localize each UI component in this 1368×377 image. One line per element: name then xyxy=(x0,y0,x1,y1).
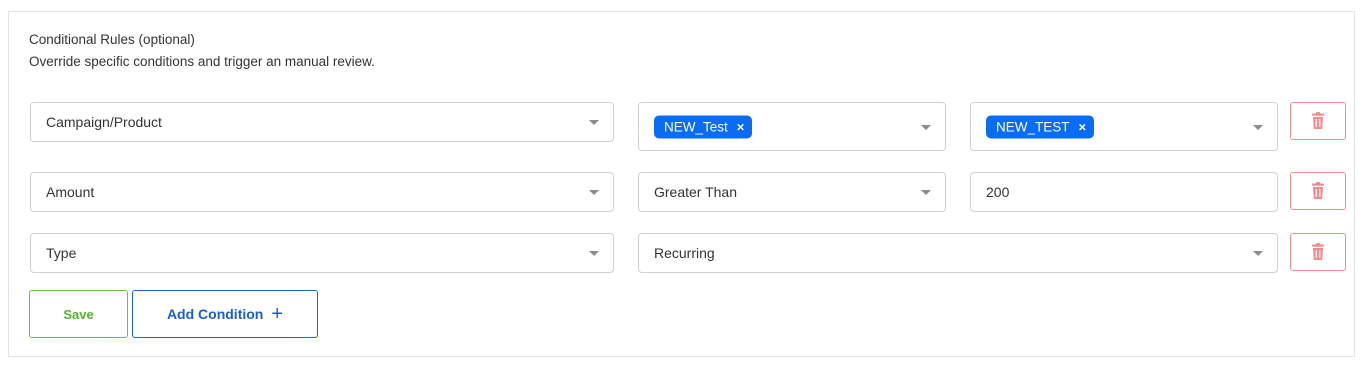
rule-3-value-select[interactable]: Recurring xyxy=(638,233,1278,273)
trash-icon xyxy=(1312,182,1324,199)
chevron-down-icon xyxy=(1253,251,1263,256)
plus-icon: + xyxy=(271,303,284,325)
rule-2-field-select[interactable]: Amount xyxy=(30,172,614,212)
rule-1-value-tag-label: NEW_TEST xyxy=(996,119,1070,134)
chevron-down-icon xyxy=(921,190,931,195)
remove-tag-icon[interactable]: × xyxy=(1079,119,1087,134)
rule-2-operator-value: Greater Than xyxy=(654,184,738,200)
rule-2-delete-button[interactable] xyxy=(1290,172,1346,210)
trash-icon xyxy=(1312,112,1324,129)
chevron-down-icon xyxy=(589,190,599,195)
save-button[interactable]: Save xyxy=(29,290,128,338)
rule-1-delete-button[interactable] xyxy=(1290,102,1346,140)
rule-3-delete-button[interactable] xyxy=(1290,233,1346,271)
rule-1-value-tag: NEW_TEST × xyxy=(986,115,1095,138)
section-subtitle: Override specific conditions and trigger… xyxy=(29,54,375,69)
section-title: Conditional Rules (optional) xyxy=(29,32,195,47)
chevron-down-icon xyxy=(1253,124,1263,130)
remove-tag-icon[interactable]: × xyxy=(737,119,745,134)
rule-1-field-value: Campaign/Product xyxy=(46,114,162,130)
rule-1-operator-tag: NEW_Test × xyxy=(654,115,753,138)
rule-1-operator-tag-label: NEW_Test xyxy=(664,119,728,134)
rule-1-value-multiselect[interactable]: NEW_TEST × xyxy=(970,102,1278,151)
trash-icon xyxy=(1312,243,1324,260)
chevron-down-icon xyxy=(589,120,599,125)
rule-2-operator-select[interactable]: Greater Than xyxy=(638,172,946,212)
add-condition-label: Add Condition xyxy=(166,306,264,322)
rule-3-field-select[interactable]: Type xyxy=(30,233,614,273)
add-condition-button[interactable]: Add Condition + xyxy=(132,290,318,338)
chevron-down-icon xyxy=(589,251,599,256)
rule-3-field-value: Type xyxy=(46,245,77,261)
rule-2-value-text: 200 xyxy=(986,184,1010,200)
rule-2-value-input[interactable]: 200 xyxy=(970,172,1278,212)
rule-3-value-text: Recurring xyxy=(654,245,715,261)
chevron-down-icon xyxy=(921,124,931,130)
rule-1-operator-multiselect[interactable]: NEW_Test × xyxy=(638,102,946,151)
rule-2-field-value: Amount xyxy=(46,184,95,200)
rule-1-field-select[interactable]: Campaign/Product xyxy=(30,102,614,142)
